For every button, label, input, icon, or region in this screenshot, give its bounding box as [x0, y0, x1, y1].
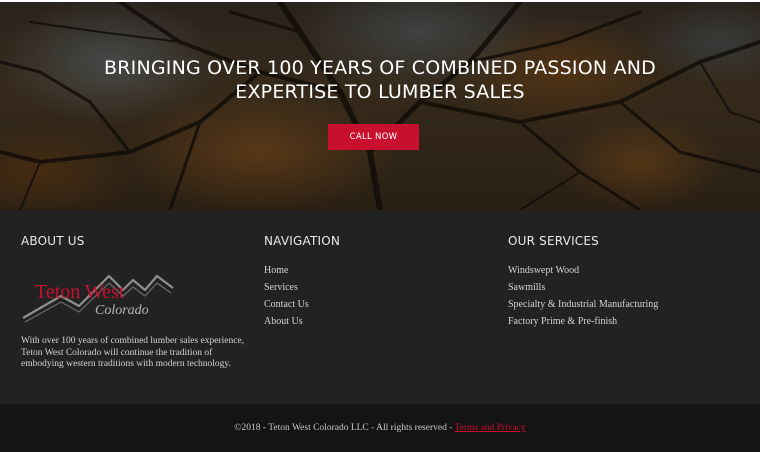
- hero-banner: BRINGING OVER 100 YEARS OF COMBINED PASS…: [0, 2, 760, 210]
- teton-west-logo: Teton West Colorado: [22, 274, 174, 323]
- terms-privacy-link[interactable]: Terms and Privacy: [455, 423, 526, 433]
- copyright-line: ©2018 - Teton West Colorado LLC - All ri…: [0, 423, 760, 433]
- service-link-sawmills[interactable]: Sawmills: [508, 279, 658, 296]
- hero-overlay: [0, 2, 760, 210]
- service-link-windswept-wood[interactable]: Windswept Wood: [508, 262, 658, 279]
- about-heading: ABOUT US: [21, 234, 85, 248]
- nav-link-about-us[interactable]: About Us: [264, 313, 340, 330]
- navigation-heading: NAVIGATION: [264, 234, 341, 248]
- about-description: With over 100 years of combined lumber s…: [21, 336, 245, 369]
- services-list: Windswept Wood Sawmills Specialty & Indu…: [508, 262, 658, 330]
- nav-link-contact-us[interactable]: Contact Us: [264, 296, 340, 313]
- copyright-bar: ©2018 - Teton West Colorado LLC - All ri…: [0, 404, 760, 452]
- service-link-specialty-manufacturing[interactable]: Specialty & Industrial Manufacturing: [508, 296, 658, 313]
- navigation-column: NAVIGATION Home Services Contact Us Abou…: [264, 234, 340, 330]
- nav-link-services[interactable]: Services: [264, 279, 340, 296]
- nav-link-home[interactable]: Home: [264, 262, 340, 279]
- services-heading: OUR SERVICES: [508, 234, 599, 248]
- hero-title: BRINGING OVER 100 YEARS OF COMBINED PASS…: [0, 56, 760, 104]
- navigation-list: Home Services Contact Us About Us: [264, 262, 340, 330]
- hero-title-line-1: BRINGING OVER 100 YEARS OF COMBINED PASS…: [104, 57, 656, 79]
- service-link-factory-prime[interactable]: Factory Prime & Pre-finish: [508, 313, 658, 330]
- site-footer: ABOUT US Teton West Colorado With over 1…: [0, 210, 760, 404]
- call-now-button[interactable]: CALL NOW: [328, 124, 419, 150]
- logo-text-main: Teton West: [35, 281, 125, 303]
- services-column: OUR SERVICES Windswept Wood Sawmills Spe…: [508, 234, 658, 330]
- logo-text-sub: Colorado: [95, 303, 149, 318]
- copyright-text: ©2018 - Teton West Colorado LLC - All ri…: [234, 423, 455, 433]
- about-column: ABOUT US: [21, 234, 85, 248]
- hero-title-line-2: EXPERTISE TO LUMBER SALES: [235, 81, 525, 103]
